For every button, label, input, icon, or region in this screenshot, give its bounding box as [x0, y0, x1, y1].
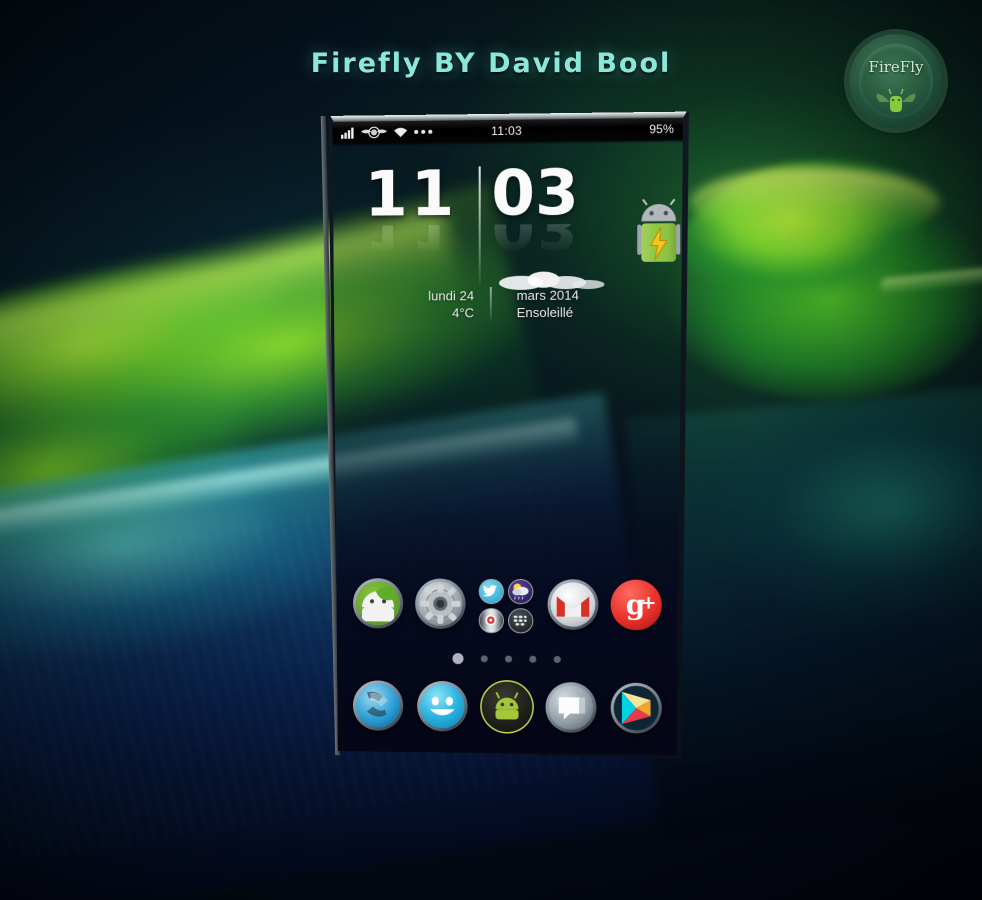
firefly-logo-text: FireFly: [868, 58, 924, 76]
dock-icon-messaging[interactable]: [546, 682, 597, 733]
page-dot-5[interactable]: [554, 656, 561, 663]
play-store-icon: [614, 686, 659, 731]
clock-divider: [479, 166, 481, 285]
status-bar-battery: 95%: [649, 121, 674, 137]
status-bar[interactable]: 11:03 95%: [332, 118, 683, 144]
clock-temperature: 4°C: [452, 305, 475, 321]
clock-hours: 11: [364, 156, 458, 231]
app-icon-cleaner[interactable]: [353, 578, 403, 628]
clock-minutes: 03: [491, 155, 579, 230]
mini-icon-blackberry[interactable]: [508, 608, 533, 633]
dock-icon-appdrawer[interactable]: [481, 681, 532, 732]
clock-date-day: lundi 24: [428, 288, 475, 304]
app-icon-settings[interactable]: [415, 578, 465, 629]
dock-icon-contacts[interactable]: [417, 681, 467, 732]
page-dot-4[interactable]: [529, 656, 536, 663]
clock-hours-reflection: 11: [364, 225, 475, 256]
clock-right-meta: mars 2014 Ensoleillé: [502, 286, 627, 321]
page-title: Firefly BY David Bool: [310, 48, 672, 79]
android-head-icon: [481, 681, 532, 732]
app-icon-googleplus[interactable]: g +: [611, 580, 662, 631]
clock-condition: Ensoleillé: [516, 304, 574, 321]
page-dot-2[interactable]: [481, 655, 488, 662]
svg-text:+: +: [641, 592, 657, 613]
gear-icon: [418, 582, 462, 626]
page-dot-3[interactable]: [505, 655, 512, 662]
blackberry-grid-icon: [509, 609, 531, 631]
music-target-icon: [479, 608, 501, 630]
smiley-face-icon: [420, 684, 464, 729]
dock-icon-play[interactable]: [611, 683, 662, 734]
cloud-icon: [491, 268, 621, 291]
google-plus-icon: g +: [611, 580, 662, 631]
sun-cloud-icon: [509, 580, 531, 602]
speech-bubble-icon: [549, 685, 594, 730]
phone-device: 11:03 95% 11 11 03 03: [320, 112, 690, 766]
home-icon-row: g +: [332, 578, 683, 635]
clock-meta-divider: [490, 287, 492, 321]
android-battery-widget[interactable]: [636, 199, 683, 268]
page-dot-1[interactable]: [453, 653, 464, 664]
clock-widget[interactable]: 11 11 03 03 lundi 24 4°C: [364, 163, 627, 322]
app-folder-social[interactable]: [478, 579, 535, 634]
winged-android-icon: [876, 88, 916, 112]
dock-icon-phone[interactable]: [353, 680, 403, 731]
phone-handset-icon: [356, 683, 400, 728]
android-head-leaf-icon: [356, 581, 400, 625]
firefly-logo-inner: FireFly: [859, 44, 933, 118]
gmail-envelope-icon: [551, 582, 596, 627]
status-bar-clock: 11:03: [491, 123, 523, 139]
dock-row: [332, 680, 683, 734]
clock-minutes-reflection: 03: [491, 224, 603, 255]
wallpaper-stage: Firefly BY David Bool FireFly 11:03 95% …: [0, 0, 982, 900]
twitter-bird-icon: [479, 580, 501, 602]
mini-icon-twitter[interactable]: [478, 579, 503, 604]
mini-icon-weather[interactable]: [508, 579, 533, 604]
mini-icon-music[interactable]: [478, 607, 503, 632]
app-icon-gmail[interactable]: [548, 579, 599, 630]
phone-screen: 11:03 95% 11 11 03 03: [332, 118, 683, 755]
firefly-logo-badge: FireFly: [849, 34, 943, 128]
clock-left-meta: lundi 24 4°C: [364, 287, 486, 322]
